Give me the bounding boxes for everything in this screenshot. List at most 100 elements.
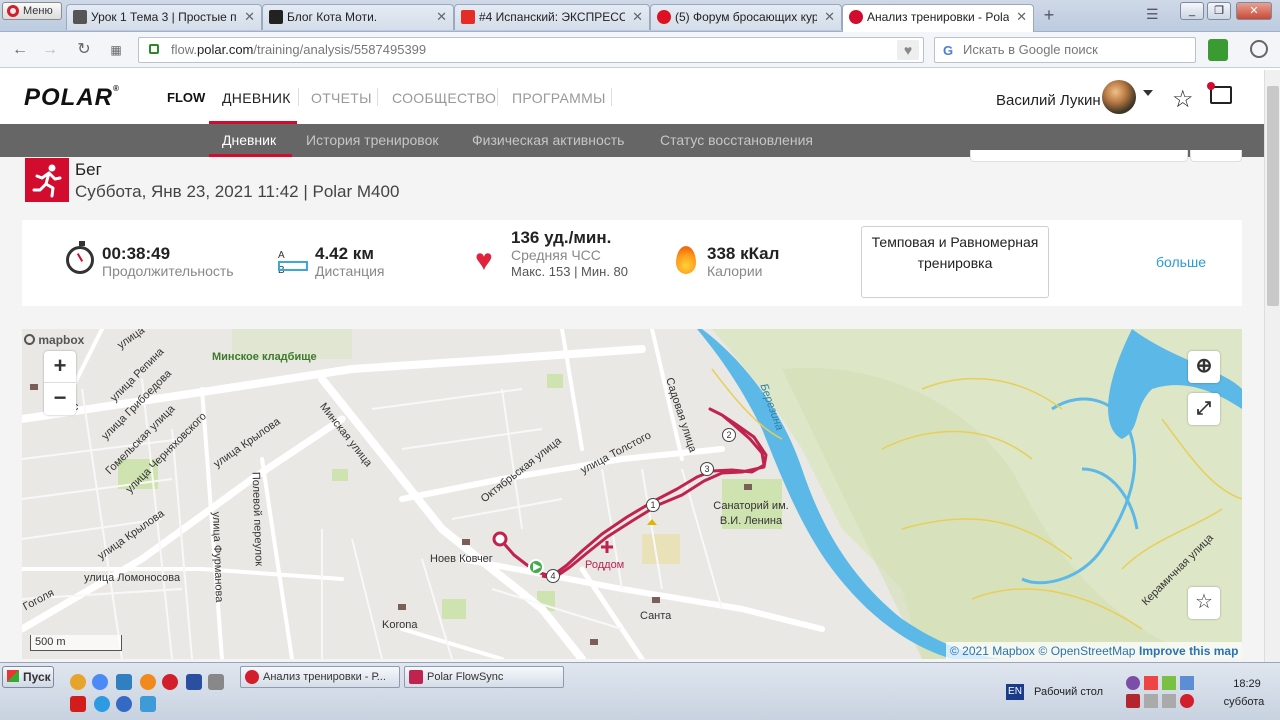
app-icon[interactable] — [116, 674, 132, 690]
minimize-button[interactable]: _ — [1180, 2, 1204, 20]
bookmark-heart-icon[interactable]: ♥ — [897, 40, 919, 60]
url-prefix: flow. — [171, 42, 198, 57]
forward-icon[interactable]: → — [40, 40, 60, 60]
lap-marker-1[interactable]: 1 — [646, 498, 660, 512]
taskbar-button-browser[interactable]: Анализ тренировки - Р... — [240, 666, 400, 688]
polar-logo[interactable]: POLAR® — [24, 84, 120, 112]
dropdown-panel[interactable] — [1190, 150, 1242, 162]
language-indicator[interactable]: EN — [1006, 684, 1024, 700]
locate-icon[interactable]: ⊕ — [1188, 351, 1220, 383]
sport-name: Бег — [75, 160, 102, 179]
mapbox-logo[interactable]: mapbox — [24, 333, 84, 347]
close-icon[interactable]: ✕ — [632, 5, 643, 29]
tray-app-icon[interactable] — [1162, 676, 1176, 690]
fullscreen-icon[interactable]: ⤢ — [1188, 393, 1220, 425]
close-icon[interactable]: ✕ — [824, 5, 835, 29]
nav-divider — [497, 88, 498, 106]
tab-lesson[interactable]: Урок 1 Тема 3 | Простые пр ✕ — [66, 4, 262, 30]
zoom-out-button[interactable]: − — [44, 383, 76, 415]
history-icon[interactable] — [1250, 40, 1268, 58]
lap-marker-4[interactable]: 4 — [546, 569, 560, 583]
app-icon[interactable] — [140, 696, 156, 712]
map-label-korona: Korona — [382, 619, 418, 631]
search-input[interactable]: G Искать в Google поиск — [934, 37, 1196, 63]
duration-value: 00:38:49 — [102, 244, 171, 263]
chrome-icon[interactable] — [92, 674, 108, 690]
close-icon[interactable]: ✕ — [1016, 5, 1027, 29]
yandex-icon[interactable] — [70, 696, 86, 712]
save-icon[interactable] — [186, 674, 202, 690]
app-icon[interactable] — [70, 674, 86, 690]
scrollbar-thumb[interactable] — [1267, 86, 1279, 306]
chevron-down-icon[interactable] — [1143, 90, 1153, 96]
ie-icon[interactable] — [94, 696, 110, 712]
clock-day[interactable]: суббота — [1214, 696, 1274, 708]
clock-time[interactable]: 18:29 — [1222, 678, 1272, 690]
zoom-in-button[interactable]: + — [44, 351, 76, 383]
firefox-icon[interactable] — [140, 674, 156, 690]
close-icon[interactable]: ✕ — [244, 5, 255, 29]
tab-blog[interactable]: Блог Кота Моти. ✕ — [262, 4, 454, 30]
improve-map-link[interactable]: Improve this map — [1139, 644, 1238, 658]
subnav-activity[interactable]: Физическая активность — [472, 132, 624, 148]
heart-rate-label: Средняя ЧСС — [511, 247, 601, 263]
back-icon[interactable]: ← — [10, 40, 30, 60]
network-icon[interactable] — [1180, 676, 1194, 690]
speed-dial-icon[interactable]: ▦ — [106, 40, 126, 60]
url-field[interactable]: flow.polar.com/training/analysis/5587495… — [138, 37, 924, 63]
taskbar-button-flowsync[interactable]: Polar FlowSync — [404, 666, 564, 688]
window-close-button[interactable]: ✕ — [1236, 2, 1272, 20]
favorites-star-icon[interactable]: ☆ — [1172, 85, 1194, 114]
favorite-route-star-icon[interactable]: ☆ — [1188, 587, 1220, 619]
lap-marker-3[interactable]: 3 — [700, 462, 714, 476]
start-button[interactable]: Пуск — [2, 666, 54, 688]
calculator-icon[interactable] — [208, 674, 224, 690]
volume-icon[interactable] — [1162, 694, 1176, 708]
attribution-mapbox[interactable]: © 2021 Mapbox — [950, 644, 1035, 658]
tray-app-icon[interactable] — [1144, 676, 1158, 690]
close-icon[interactable]: ✕ — [436, 5, 447, 29]
subnav-diary[interactable]: Дневник — [222, 132, 276, 148]
tab-forum[interactable]: (5) Форум бросающих кури ✕ — [650, 4, 842, 30]
browser-menu-button[interactable]: Меню — [2, 2, 62, 20]
distance-icon: A B — [278, 246, 308, 276]
subnav-history[interactable]: История тренировок — [306, 132, 438, 148]
more-link[interactable]: больше — [1156, 254, 1206, 270]
tab-polar[interactable]: Анализ тренировки - Polar F ✕ — [842, 4, 1034, 32]
attribution-osm[interactable]: © OpenStreetMap — [1039, 644, 1136, 658]
opera-icon[interactable] — [162, 674, 178, 690]
maximize-button[interactable]: ❐ — [1207, 2, 1231, 20]
media-icon[interactable] — [116, 696, 132, 712]
route-map[interactable]: 1 2 3 4 Минское кладбище Березина Санато… — [22, 329, 1242, 659]
dropdown-panel[interactable] — [970, 150, 1188, 162]
product-name[interactable]: FLOW — [167, 90, 205, 105]
page-scrollbar[interactable] — [1264, 70, 1280, 662]
opera-icon[interactable] — [1180, 694, 1194, 708]
tray-app-icon[interactable] — [1144, 694, 1158, 708]
lap-marker-2[interactable]: 2 — [722, 428, 736, 442]
antivirus-icon[interactable] — [1126, 694, 1140, 708]
nav-reports[interactable]: ОТЧЕТЫ — [311, 90, 372, 106]
polar-icon — [409, 670, 423, 684]
mapbox-icon — [24, 334, 35, 345]
nav-programs[interactable]: ПРОГРАММЫ — [512, 90, 606, 106]
lock-icon — [149, 44, 159, 54]
user-name[interactable]: Василий Лукин — [996, 92, 1101, 109]
nav-diary[interactable]: ДНЕВНИК — [222, 90, 291, 106]
new-tab-button[interactable]: + — [1038, 6, 1060, 26]
logo-mark: ® — [113, 84, 120, 93]
training-benefit-box[interactable]: Темповая и Равномерная тренировка — [861, 226, 1049, 298]
map-scale-label: 500 m — [35, 636, 66, 648]
tab-list-icon[interactable]: ☰ — [1146, 6, 1159, 23]
nav-community[interactable]: СООБЩЕСТВО — [392, 90, 496, 106]
subnav-recovery[interactable]: Статус восстановления — [660, 132, 813, 148]
tab-title: Урок 1 Тема 3 | Простые пр — [91, 10, 237, 24]
viber-icon[interactable] — [1126, 676, 1140, 690]
tab-youtube[interactable]: #4 Испанский: ЭКСПРЕСС- ✕ — [454, 4, 650, 30]
notifications-icon[interactable] — [1207, 82, 1232, 104]
avatar[interactable] — [1102, 80, 1136, 114]
download-icon[interactable] — [1208, 39, 1228, 61]
reload-icon[interactable]: ↻ — [74, 40, 94, 60]
desktop-toolbar[interactable]: Рабочий стол — [1034, 686, 1103, 698]
training-benefit-text: Темповая и Равномерная тренировка — [871, 234, 1039, 271]
